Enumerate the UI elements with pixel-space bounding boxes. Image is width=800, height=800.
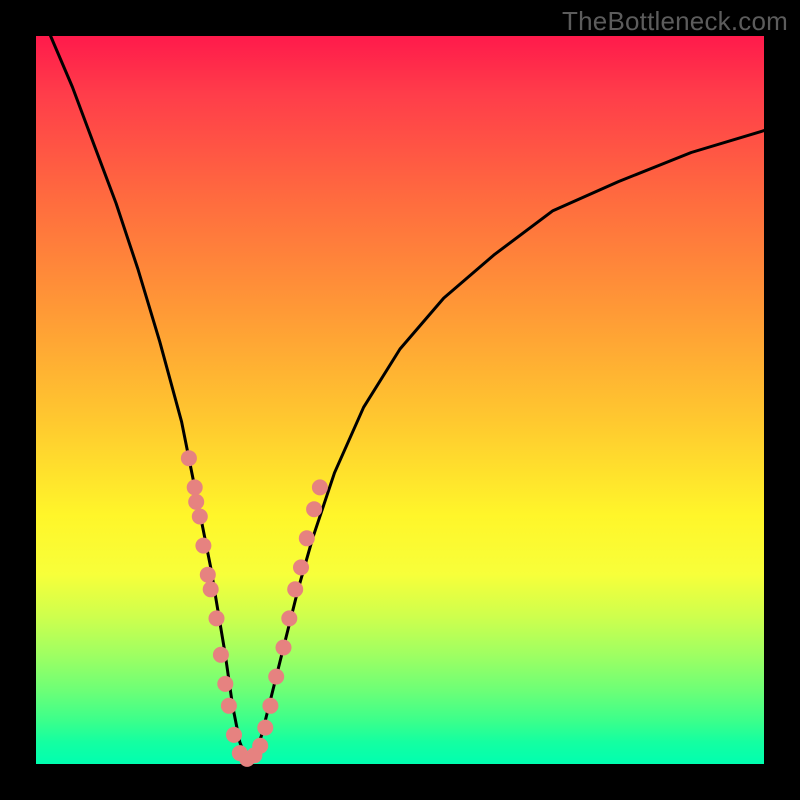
sample-dot (262, 698, 278, 714)
sample-dot (293, 559, 309, 575)
sample-dot (312, 479, 328, 495)
sample-dot (268, 669, 284, 685)
sample-dot (187, 479, 203, 495)
sample-dot (306, 501, 322, 517)
sample-dot (287, 581, 303, 597)
sample-dot (200, 567, 216, 583)
sample-dot (188, 494, 204, 510)
plot-area (36, 36, 764, 764)
sample-dot (221, 698, 237, 714)
sample-dot (203, 581, 219, 597)
sample-dot (181, 450, 197, 466)
sample-dot (252, 738, 268, 754)
sample-dot (213, 647, 229, 663)
sample-dot (276, 640, 292, 656)
sample-dot (281, 610, 297, 626)
sample-dot (257, 720, 273, 736)
sample-dot (299, 530, 315, 546)
curve-svg (36, 36, 764, 764)
sample-dot (217, 676, 233, 692)
bottleneck-curve (51, 36, 764, 760)
sample-dot (226, 727, 242, 743)
sample-dot (209, 610, 225, 626)
sample-dot (195, 538, 211, 554)
sample-dots-group (181, 450, 328, 767)
watermark-text: TheBottleneck.com (562, 6, 788, 37)
chart-frame: TheBottleneck.com (0, 0, 800, 800)
sample-dot (192, 509, 208, 525)
